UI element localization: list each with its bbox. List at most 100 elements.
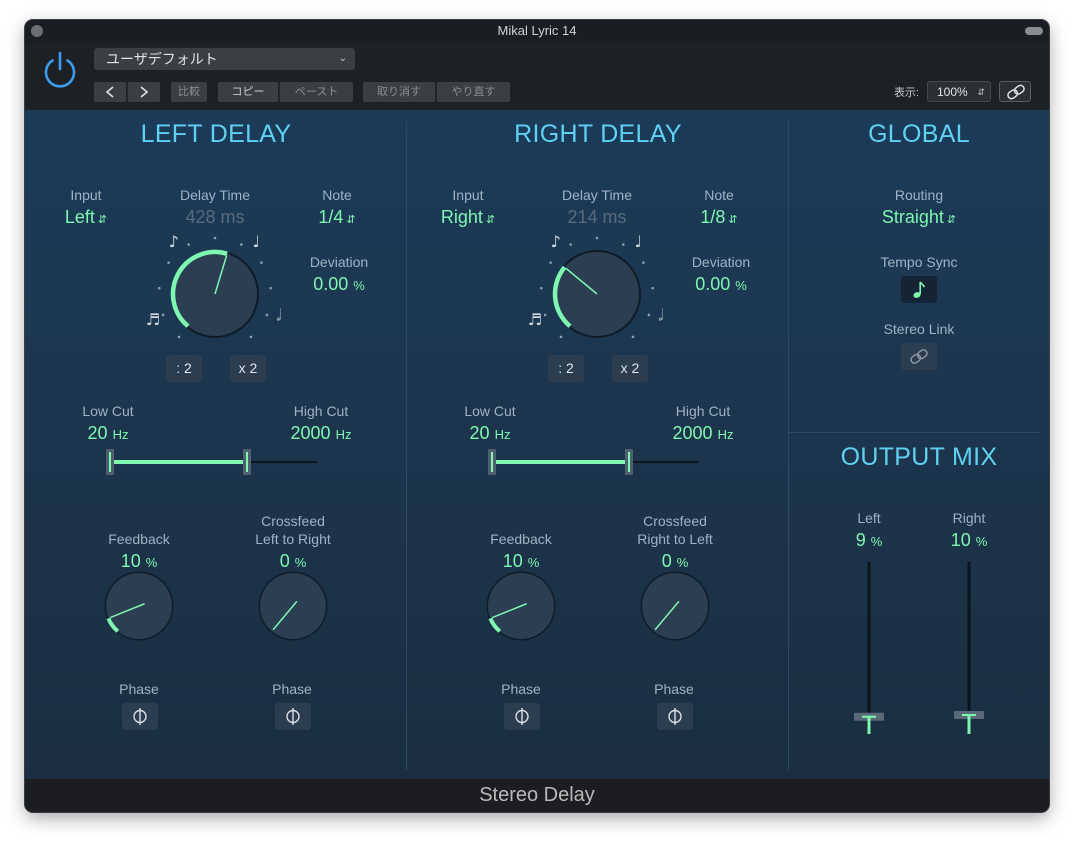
phase-icon xyxy=(668,708,682,725)
input-value: Left xyxy=(64,207,95,227)
plugin-panel: LEFT DELAY Input Left ⇵ Delay Time 428 ms… xyxy=(25,110,1049,779)
chevron-updown-icon: ⇵ xyxy=(485,214,496,226)
phase-label: Phase xyxy=(654,681,694,697)
toolbar: ユーザデフォルト ⌄ 比較 コピー ペースト 取り消す やり直す 表示: 100… xyxy=(25,42,1049,110)
zoom-dropdown[interactable]: 100% ⇵ xyxy=(927,81,991,102)
tick-dot xyxy=(187,243,191,246)
high-cut-handle[interactable] xyxy=(625,449,633,475)
low-cut-unit: Hz xyxy=(494,427,511,442)
note-selector[interactable]: 1/4 ⇵ xyxy=(297,207,377,228)
power-button[interactable] xyxy=(40,50,80,90)
note-label: Note xyxy=(704,187,734,203)
power-icon xyxy=(44,51,76,88)
tick-dot xyxy=(642,261,645,264)
compare-button[interactable]: 比較 xyxy=(171,82,207,102)
feedback-phase-button[interactable] xyxy=(122,703,158,730)
half-delay-button[interactable]: : 2 xyxy=(166,355,202,382)
next-preset-button[interactable] xyxy=(127,82,160,102)
low-cut-value[interactable]: 20 Hz xyxy=(450,423,530,444)
phase-label: Phase xyxy=(501,681,541,697)
section-divider xyxy=(789,432,1041,433)
crossfeed-phase-button[interactable] xyxy=(657,703,693,730)
chevron-updown-icon: ⇵ xyxy=(728,214,738,226)
high-cut-number: 2000 xyxy=(290,423,331,443)
high-cut-handle[interactable] xyxy=(243,449,251,475)
crossfeed-knob[interactable] xyxy=(635,566,715,646)
stereo-link-button[interactable] xyxy=(901,343,937,370)
filter-range-slider[interactable] xyxy=(105,447,325,477)
tick-dot xyxy=(651,286,654,290)
note-marker-icon: ♪ xyxy=(169,232,179,251)
note-value: 1/4 xyxy=(318,207,344,227)
deviation-unit: % xyxy=(735,278,747,293)
tick-dot xyxy=(647,313,651,317)
section-title: LEFT DELAY xyxy=(140,120,292,148)
double-delay-button[interactable]: x 2 xyxy=(230,355,266,382)
low-cut-unit: Hz xyxy=(112,427,129,442)
routing-selector[interactable]: Straight ⇵ xyxy=(839,207,999,228)
left-mix-value[interactable]: 9 % xyxy=(829,530,909,551)
note-selector[interactable]: 1/8 ⇵ xyxy=(679,207,759,228)
delay-time-value[interactable]: 428 ms xyxy=(155,207,275,228)
left-mix-unit: % xyxy=(870,534,883,549)
crossfeed-knob[interactable] xyxy=(253,566,333,646)
feedback-knob[interactable] xyxy=(481,566,561,646)
low-cut-number: 20 xyxy=(469,423,490,443)
feedback-phase-button[interactable] xyxy=(504,703,540,730)
routing-value: Straight xyxy=(881,207,944,227)
high-cut-value[interactable]: 2000 Hz xyxy=(663,423,743,444)
right-mix-fader[interactable] xyxy=(949,558,989,748)
input-selector[interactable]: Left ⇵ xyxy=(46,207,126,228)
right-mix-value[interactable]: 10 % xyxy=(929,530,1009,551)
tempo-sync-label: Tempo Sync xyxy=(880,254,958,270)
redo-button[interactable]: やり直す xyxy=(436,82,510,102)
chevron-left-icon xyxy=(105,86,114,98)
copy-button[interactable]: コピー xyxy=(218,82,278,102)
link-icon xyxy=(910,349,928,364)
tick-dot xyxy=(161,313,165,317)
input-selector[interactable]: Right ⇵ xyxy=(428,207,508,228)
section-title: OUTPUT MIX xyxy=(840,443,998,471)
undo-button[interactable]: 取り消す xyxy=(363,82,435,102)
deviation-value[interactable]: 0.00 % xyxy=(671,274,771,295)
deviation-label: Deviation xyxy=(309,254,369,270)
link-button[interactable] xyxy=(999,81,1031,102)
tick-dot xyxy=(239,243,243,246)
deviation-value[interactable]: 0.00 % xyxy=(289,274,389,295)
low-cut-handle[interactable] xyxy=(106,449,114,475)
section-title: RIGHT DELAY xyxy=(514,120,682,148)
right-mix-number: 10 xyxy=(950,530,971,550)
delay-time-value[interactable]: 214 ms xyxy=(537,207,657,228)
preset-dropdown[interactable]: ユーザデフォルト ⌄ xyxy=(94,48,355,70)
double-delay-button[interactable]: x 2 xyxy=(612,355,648,382)
chevron-updown-icon: ⇵ xyxy=(977,87,985,97)
tick-dot xyxy=(158,286,161,290)
delay-time-knob[interactable]: ♬ ♪ ♩ 𝅗𝅥 xyxy=(517,228,677,368)
note-marker-icon: 𝅗𝅥 xyxy=(276,306,281,325)
filter-range-slider[interactable] xyxy=(487,447,707,477)
tick-dot xyxy=(265,313,269,317)
tick-dot xyxy=(569,243,573,246)
chevron-updown-icon: ⇵ xyxy=(97,214,108,226)
right-mix-unit: % xyxy=(975,534,988,549)
tick-dot xyxy=(260,261,263,264)
left-mix-label: Left xyxy=(857,510,881,526)
window-control-icon[interactable] xyxy=(1025,27,1043,35)
chevron-updown-icon: ⇵ xyxy=(346,214,356,226)
note-marker-icon: ♪ xyxy=(551,232,561,251)
feedback-knob[interactable] xyxy=(99,566,179,646)
previous-preset-button[interactable] xyxy=(94,82,126,102)
crossfeed-phase-button[interactable] xyxy=(275,703,311,730)
input-label: Input xyxy=(70,187,102,203)
tick-dot xyxy=(167,261,170,264)
paste-button[interactable]: ペースト xyxy=(279,82,353,102)
high-cut-value[interactable]: 2000 Hz xyxy=(281,423,361,444)
half-delay-button[interactable]: : 2 xyxy=(548,355,584,382)
routing-label: Routing xyxy=(894,187,944,203)
tempo-sync-button[interactable] xyxy=(901,276,937,303)
low-cut-value[interactable]: 20 Hz xyxy=(68,423,148,444)
low-cut-handle[interactable] xyxy=(488,449,496,475)
delay-time-knob[interactable]: ♬ ♪ ♩ 𝅗𝅥 xyxy=(135,228,295,368)
note-marker-icon: 𝅗𝅥 xyxy=(658,306,663,325)
left-mix-fader[interactable] xyxy=(849,558,889,748)
